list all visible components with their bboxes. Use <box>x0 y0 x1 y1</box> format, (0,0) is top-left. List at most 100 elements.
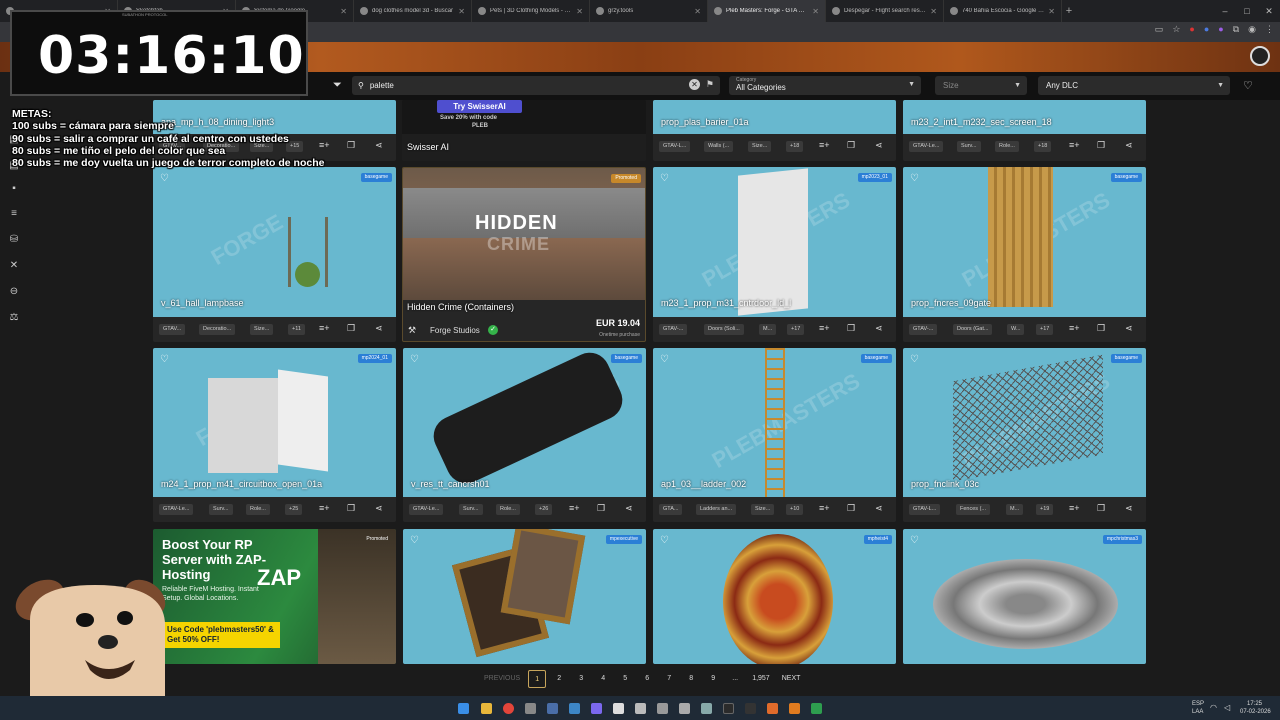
browser-tab-active[interactable]: Pleb Masters: Forge - GTA V Ci ✕ <box>708 0 826 22</box>
page-button[interactable]: 1,957 <box>748 670 774 688</box>
profile-icon[interactable]: ◉ <box>1248 24 1256 35</box>
tag-chip[interactable]: Fences (... <box>956 504 990 515</box>
tag-chip[interactable]: GTAV-Le... <box>409 504 444 515</box>
clear-search-icon[interactable]: ✕ <box>689 79 700 90</box>
app-icon[interactable] <box>613 703 624 714</box>
extension-icon[interactable]: ● <box>1204 24 1209 35</box>
tag-chip[interactable]: Role... <box>995 141 1019 152</box>
size-select[interactable]: Size ▼ <box>935 76 1027 95</box>
tag-chip[interactable]: +25 <box>285 504 303 515</box>
page-button[interactable]: 2 <box>550 670 568 688</box>
tag-chip[interactable]: +18 <box>1034 141 1052 152</box>
sponsored-card[interactable]: Try SwisserAI Save 20% with code PLEB Sw… <box>402 100 646 161</box>
favorite-heart-icon[interactable]: ♡ <box>160 173 169 184</box>
asset-card[interactable]: ♡ mpexecutive <box>403 529 646 664</box>
browser-tab[interactable]: Pets | 3D Clothing Models - CG ✕ <box>472 0 590 22</box>
publisher-name[interactable]: Forge Studios <box>430 326 480 335</box>
category-select[interactable]: Category All Categories ▼ <box>729 76 921 95</box>
tools-icon[interactable]: ✕ <box>8 260 20 272</box>
scale-icon[interactable]: ⚖ <box>8 312 20 324</box>
share-icon[interactable]: ⋖ <box>375 503 383 514</box>
previous-page-button[interactable]: PREVIOUS <box>480 670 524 688</box>
tag-chip[interactable]: M... <box>1006 504 1024 515</box>
app-icon[interactable] <box>811 703 822 714</box>
close-tab-icon[interactable]: ✕ <box>694 7 701 16</box>
page-button[interactable]: 6 <box>638 670 656 688</box>
minus-circle-icon[interactable]: ⊖ <box>8 286 20 298</box>
page-button[interactable]: 3 <box>572 670 590 688</box>
close-tab-icon[interactable]: ✕ <box>1048 7 1055 16</box>
page-button[interactable]: 4 <box>594 670 612 688</box>
asset-card[interactable]: FORGE ♡ mp2024_01 m24_1_prop_m41_circuit… <box>153 348 396 522</box>
app-icon[interactable] <box>679 703 690 714</box>
minimize-button[interactable]: – <box>1214 0 1236 22</box>
page-button[interactable]: 7 <box>660 670 678 688</box>
tag-chip[interactable]: W... <box>1007 324 1025 335</box>
tag-chip[interactable]: Size... <box>250 324 274 335</box>
app-icon[interactable] <box>723 703 734 714</box>
favorite-heart-icon[interactable]: ♡ <box>910 354 919 365</box>
close-tab-icon[interactable]: ✕ <box>930 7 937 16</box>
tag-chip[interactable]: Walls (... <box>704 141 734 152</box>
tag-chip[interactable]: GTAV-... <box>909 324 938 335</box>
favorite-heart-icon[interactable]: ♡ <box>910 535 919 546</box>
copy-icon[interactable]: ❐ <box>847 503 855 514</box>
add-to-list-icon[interactable]: ≡+ <box>819 323 830 333</box>
tag-chip[interactable]: Size... <box>748 141 772 152</box>
maximize-button[interactable]: □ <box>1236 0 1258 22</box>
add-to-list-icon[interactable]: ≡+ <box>319 323 330 333</box>
tag-chip[interactable]: Doors (Gat... <box>953 324 993 335</box>
page-button[interactable]: 1 <box>528 670 547 688</box>
favorite-heart-icon[interactable]: ♡ <box>910 173 919 184</box>
add-to-list-icon[interactable]: ≡+ <box>569 503 580 513</box>
language-indicator[interactable]: ESP <box>1192 701 1204 707</box>
asset-card[interactable]: PLEBMASTERS ♡ basegame prop_fnclink_03c … <box>903 348 1146 522</box>
copy-icon[interactable]: ❐ <box>847 323 855 334</box>
asset-card[interactable]: ♡ mpheist4 <box>653 529 896 664</box>
discord-icon[interactable] <box>591 703 602 714</box>
tag-chip[interactable]: GTAV-Le... <box>159 504 194 515</box>
extension-icon[interactable]: ● <box>1189 24 1194 35</box>
tag-chip[interactable]: Size... <box>751 504 775 515</box>
share-icon[interactable]: ⋖ <box>875 323 883 334</box>
tag-chip[interactable]: Decoratio... <box>199 324 236 335</box>
add-to-list-icon[interactable]: ≡+ <box>1069 323 1080 333</box>
location-pin-icon[interactable]: ⚑ <box>706 79 714 90</box>
favorite-heart-icon[interactable]: ♡ <box>410 354 419 365</box>
tag-chip[interactable]: +11 <box>288 324 305 335</box>
wifi-icon[interactable]: ◠ <box>1210 703 1217 712</box>
tag-chip[interactable]: Surv... <box>209 504 233 515</box>
next-page-button[interactable]: NEXT <box>778 670 805 688</box>
asset-card[interactable]: m23_2_int1_m232_sec_screen_18 GTAV-Le...… <box>903 100 1146 161</box>
favorite-heart-icon[interactable]: ♡ <box>660 535 669 546</box>
asset-card[interactable]: FORGE ♡ basegame v_61_hall_lampbase GTAV… <box>153 167 396 342</box>
copy-icon[interactable]: ❐ <box>597 503 605 514</box>
copy-icon[interactable]: ❐ <box>1097 140 1105 151</box>
asset-card[interactable]: PLEBMASTERS ♡ basegame ap1_03__ladder_00… <box>653 348 896 522</box>
app-icon[interactable] <box>657 703 668 714</box>
steam-icon[interactable] <box>547 703 558 714</box>
promoted-asset-card[interactable]: HIDDEN CRIME Promoted Hidden Crime (Cont… <box>402 167 646 342</box>
tag-chip[interactable]: GTAV-... <box>659 324 688 335</box>
share-icon[interactable]: ⋖ <box>1125 323 1133 334</box>
menu-dots-icon[interactable]: ⋮ <box>1265 24 1274 35</box>
tag-chip[interactable]: Surv... <box>957 141 981 152</box>
browser-tab[interactable]: 740 Bahia Escocia - Google Ma ✕ <box>944 0 1062 22</box>
list-icon[interactable]: ≡ <box>8 208 20 220</box>
tag-chip[interactable]: Doors (Soli... <box>704 324 744 335</box>
favorite-heart-icon[interactable]: ♡ <box>660 354 669 365</box>
share-icon[interactable]: ⋖ <box>375 323 383 334</box>
app-icon[interactable] <box>701 703 712 714</box>
tag-chip[interactable]: +19 <box>1036 504 1054 515</box>
tag-chip[interactable]: GTAV-Le... <box>909 141 944 152</box>
close-window-button[interactable]: ✕ <box>1258 0 1280 22</box>
page-button[interactable]: 8 <box>682 670 700 688</box>
close-tab-icon[interactable]: ✕ <box>340 7 347 16</box>
app-icon[interactable] <box>569 703 580 714</box>
app-icon[interactable] <box>525 703 536 714</box>
browser-tab[interactable]: dog clothes model 3d - Buscar ✕ <box>354 0 472 22</box>
browser-tab[interactable]: Despegar - Flight search results ✕ <box>826 0 944 22</box>
tag-chip[interactable]: GTA... <box>659 504 683 515</box>
asset-card[interactable]: PLEBMASTERS ♡ basegame prop_fncres_09gat… <box>903 167 1146 342</box>
swisser-button[interactable]: Try SwisserAI <box>437 100 522 113</box>
